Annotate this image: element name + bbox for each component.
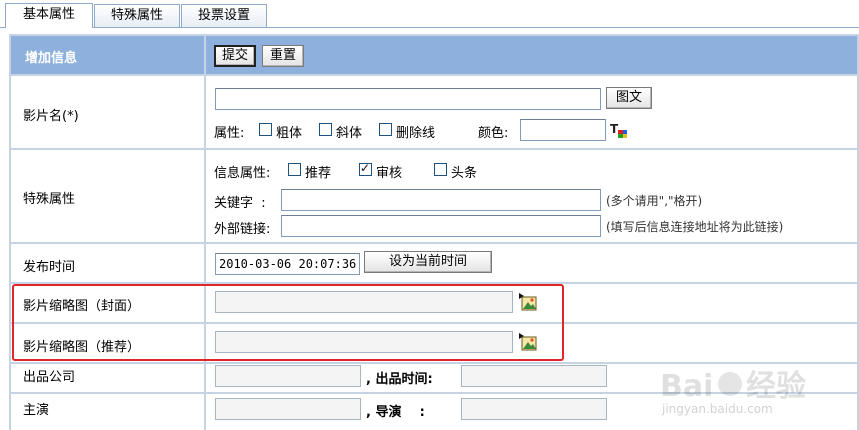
italic-label: 斜体 (336, 126, 363, 141)
baidu-logo: Bai 经验 (660, 369, 806, 404)
keywords-label: 关键字 : (214, 196, 266, 211)
special-cell: 信息属性: 推荐 审核 头条 关键字 : (多个请用","格开) 外部链接: (… (206, 150, 857, 242)
submit-button[interactable]: 提交 (214, 45, 256, 67)
set-current-time-button[interactable]: 设为当前时间 (364, 251, 492, 273)
movie-name-label-cell: 影片名(*) (11, 76, 204, 148)
director-input[interactable] (461, 398, 607, 420)
external-link-input[interactable] (281, 215, 601, 237)
svg-text:Bai: Bai (660, 369, 713, 404)
color-input[interactable] (520, 119, 606, 141)
external-link-hint: (填写后信息连接地址将为此链接) (606, 220, 784, 234)
special-label: 特殊属性 (23, 192, 76, 207)
actors-label: 主演 (23, 403, 50, 418)
italic-checkbox[interactable] (319, 123, 332, 136)
external-link-label: 外部链接: (214, 222, 271, 237)
attrs-label: 属性: (214, 126, 245, 141)
form-title: 增加信息 (25, 51, 78, 66)
release-time-input[interactable] (461, 365, 607, 387)
tab-divider (0, 27, 859, 28)
strikethrough-label: 删除线 (396, 126, 436, 141)
review-label: 审核 (376, 166, 403, 181)
keywords-hint: (多个请用","格开) (606, 194, 703, 208)
reset-button[interactable]: 重置 (262, 45, 304, 67)
svg-text:T: T (610, 122, 619, 136)
svg-text:经验: 经验 (746, 369, 806, 404)
color-label: 颜色: (478, 126, 509, 141)
tab-special-attributes[interactable]: 特殊属性 (94, 4, 180, 28)
actors-label-cell: 主演 (11, 394, 204, 430)
publish-time-label: 发布时间 (23, 260, 76, 275)
special-label-cell: 特殊属性 (11, 150, 204, 242)
publish-time-cell: 2010-03-06 20:07:36 设为当前时间 (206, 244, 857, 282)
release-time-label: , 出品时间: (366, 372, 433, 387)
rich-text-button[interactable]: 图文 (606, 87, 652, 109)
publish-time-input[interactable]: 2010-03-06 20:07:36 (215, 253, 360, 275)
tab-basic-attributes[interactable]: 基本属性 (5, 3, 93, 28)
header-cell: 增加信息 (11, 36, 204, 74)
keywords-input[interactable] (281, 189, 601, 211)
recommend-label: 推荐 (305, 166, 332, 181)
header-actions-cell: 提交 重置 (206, 36, 857, 74)
publish-time-label-cell: 发布时间 (11, 244, 204, 282)
movie-name-cell: 图文 属性: 粗体 斜体 删除线 颜色: T (206, 76, 857, 148)
movie-name-label: 影片名(*) (23, 109, 79, 124)
color-picker-icon[interactable]: T (610, 122, 628, 138)
watermark-url: jingyan.baidu.com (662, 402, 773, 416)
company-label-cell: 出品公司 (11, 364, 204, 392)
bold-label: 粗体 (276, 126, 303, 141)
movie-name-input[interactable] (215, 88, 601, 110)
strikethrough-checkbox[interactable] (379, 123, 392, 136)
info-attrs-label: 信息属性: (214, 166, 271, 181)
review-checkbox[interactable] (359, 161, 372, 176)
company-label: 出品公司 (23, 370, 76, 385)
actors-input[interactable] (215, 398, 361, 420)
baidu-watermark: Bai 经验 jingyan.baidu.com (652, 356, 852, 428)
headline-label: 头条 (451, 166, 478, 181)
company-input[interactable] (215, 365, 361, 387)
tab-vote-settings[interactable]: 投票设置 (181, 4, 267, 28)
bold-checkbox[interactable] (259, 123, 272, 136)
highlight-box (12, 284, 564, 361)
tab-bar: 基本属性 特殊属性 投票设置 (0, 0, 859, 28)
director-label: , 导演 : (366, 405, 425, 420)
recommend-checkbox[interactable] (288, 163, 301, 176)
headline-checkbox[interactable] (434, 163, 447, 176)
